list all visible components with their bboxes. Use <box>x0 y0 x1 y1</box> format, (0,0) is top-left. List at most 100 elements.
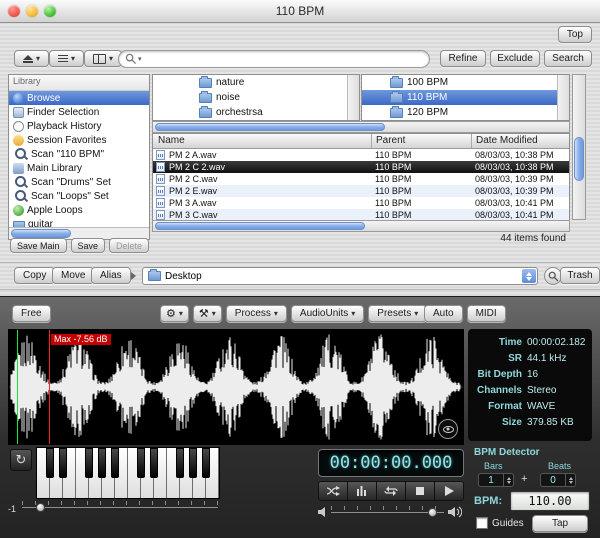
play-icon <box>444 486 455 496</box>
folder-row-120-bpm[interactable]: 120 BPM <box>362 105 569 120</box>
shuffle-button[interactable] <box>319 482 348 500</box>
file-row[interactable]: PM 2 C.wav 110 BPM 08/03/03, 10:39 PM <box>153 173 569 185</box>
stepper-arrows-icon[interactable] <box>565 474 575 486</box>
file-row[interactable]: PM 3 A.wav 110 BPM 08/03/03, 10:41 PM <box>153 197 569 209</box>
file-row-selected[interactable]: PM 2 C 2.wav 110 BPM 08/03/03, 10:38 PM <box>153 161 569 173</box>
channels-label: Channels <box>468 383 527 399</box>
midi-button[interactable]: MIDI <box>467 305 506 322</box>
folder-row-nature[interactable]: nature <box>153 75 359 90</box>
guides-checkbox[interactable] <box>476 517 488 529</box>
volume-row <box>318 505 462 519</box>
folder-row-110-bpm[interactable]: 110 BPM <box>362 90 569 105</box>
piano-black-key[interactable] <box>189 448 197 478</box>
sidebar-item-scan-110-bpm[interactable]: Scan "110 BPM" <box>9 147 149 161</box>
sidebar-item-apple-loops[interactable]: Apple Loops <box>9 203 149 217</box>
playhead-marker[interactable] <box>49 330 50 444</box>
tools-menu-button[interactable]: ⚒ <box>193 305 222 322</box>
slider-knob[interactable] <box>428 508 437 517</box>
presets-menu-button[interactable]: Presets <box>368 305 427 322</box>
folder-row-100-bpm[interactable]: 100 BPM <box>362 75 569 90</box>
sidebar-item-browse[interactable]: Browse <box>9 91 149 105</box>
format-label: Format <box>468 399 527 415</box>
folder-row-orchestrsa[interactable]: orchestrsa <box>153 105 359 120</box>
exclude-button[interactable]: Exclude <box>490 50 540 67</box>
search-field[interactable]: ▾ <box>118 50 430 68</box>
piano-black-key[interactable] <box>137 448 145 478</box>
column-scrollbar[interactable] <box>347 75 359 120</box>
top-button[interactable]: Top <box>558 26 592 43</box>
search-input[interactable] <box>146 53 423 66</box>
start-marker[interactable] <box>17 330 18 444</box>
library-sidebar: Library Browse Finder Selection Playback… <box>8 74 150 240</box>
search-button[interactable]: Search <box>544 50 592 67</box>
piano-black-key[interactable] <box>150 448 158 478</box>
piano-black-key[interactable] <box>111 448 119 478</box>
sidebar-item-scan-drums-set[interactable]: Scan "Drums" Set <box>9 175 149 189</box>
tap-button[interactable]: Tap <box>532 515 588 532</box>
slider-knob[interactable] <box>36 503 45 512</box>
play-button[interactable] <box>435 482 463 500</box>
scrollbar-thumb[interactable] <box>574 137 584 181</box>
destination-select[interactable]: Desktop <box>142 267 538 285</box>
clock-icon <box>13 121 24 132</box>
view-eye-button[interactable] <box>438 419 458 439</box>
column-scrollbar[interactable] <box>557 75 569 120</box>
file-info-panel: Time00:00:02.182 SR44.1 kHz Bit Depth16 … <box>468 329 592 441</box>
sidebar-item-finder-selection[interactable]: Finder Selection <box>9 105 149 119</box>
save-button[interactable]: Save <box>71 238 106 253</box>
favorites-icon <box>13 135 24 146</box>
file-row[interactable]: PM 2 A.wav 110 BPM 08/03/03, 10:38 PM <box>153 149 569 161</box>
piano-black-key[interactable] <box>59 448 67 478</box>
stepper-arrows-icon[interactable] <box>503 474 513 486</box>
piano-black-key[interactable] <box>176 448 184 478</box>
file-row[interactable]: PM 2 E.wav 110 BPM 08/03/03, 10:39 PM <box>153 185 569 197</box>
piano-black-key[interactable] <box>46 448 54 478</box>
sidebar-item-scan-loops-set[interactable]: Scan "Loops" Set <box>9 189 149 203</box>
auto-button[interactable]: Auto <box>424 305 463 322</box>
browser-horizontal-scrollbar[interactable] <box>152 121 570 133</box>
bars-select[interactable]: 1 <box>478 473 514 487</box>
save-main-button[interactable]: Save Main <box>10 238 67 253</box>
volume-slider[interactable] <box>331 506 444 518</box>
stop-button[interactable] <box>406 482 435 500</box>
bookmarks-menu-button[interactable] <box>84 50 122 67</box>
folder-row-noise[interactable]: noise <box>153 90 359 105</box>
waveform-view-button[interactable] <box>348 482 377 500</box>
copy-button[interactable]: Copy <box>14 267 55 284</box>
octave-slider[interactable] <box>22 501 218 513</box>
list-view-menu-button[interactable] <box>49 50 84 67</box>
piano-keyboard[interactable] <box>36 447 220 499</box>
loop-button[interactable]: ↻ <box>10 449 32 471</box>
beats-select[interactable]: 0 <box>540 473 576 487</box>
audiounits-menu-button[interactable]: AudioUnits <box>291 305 364 322</box>
piano-black-key[interactable] <box>202 448 210 478</box>
alias-button[interactable]: Alias <box>91 267 131 284</box>
sidebar-item-session-favorites[interactable]: Session Favorites <box>9 133 149 147</box>
piano-black-key[interactable] <box>85 448 93 478</box>
library-header: Library <box>9 75 149 91</box>
move-button[interactable]: Move <box>52 267 94 284</box>
piano-black-key[interactable] <box>98 448 106 478</box>
free-button[interactable]: Free <box>12 305 51 322</box>
sidebar-item-playback-history[interactable]: Playback History <box>9 119 149 133</box>
select-stepper-icon[interactable] <box>522 269 536 283</box>
column-header-name[interactable]: Name <box>158 135 185 146</box>
loop-playback-button[interactable] <box>377 482 406 500</box>
file-list-vertical-scrollbar[interactable] <box>572 74 586 220</box>
file-list-horizontal-scrollbar[interactable] <box>152 220 570 232</box>
scrollbar-thumb[interactable] <box>155 222 365 230</box>
eject-menu-button[interactable] <box>14 50 49 67</box>
gear-menu-button[interactable]: ⚙ <box>160 305 189 322</box>
scrollbar-thumb[interactable] <box>11 229 71 238</box>
column-header-date-modified[interactable]: Date Modified <box>471 134 538 148</box>
scrollbar-thumb[interactable] <box>155 123 385 131</box>
refine-button[interactable]: Refine <box>440 50 486 67</box>
folder-icon <box>199 108 212 118</box>
gear-icon: ⚙ <box>166 307 176 320</box>
delete-button[interactable]: Delete <box>109 238 149 253</box>
process-menu-button[interactable]: Process <box>226 305 287 322</box>
waveform-display[interactable]: Max -7.56 dB <box>8 329 464 445</box>
trash-button[interactable]: Trash <box>560 267 600 284</box>
column-header-parent[interactable]: Parent <box>371 134 405 148</box>
sidebar-item-main-library[interactable]: Main Library <box>9 161 149 175</box>
